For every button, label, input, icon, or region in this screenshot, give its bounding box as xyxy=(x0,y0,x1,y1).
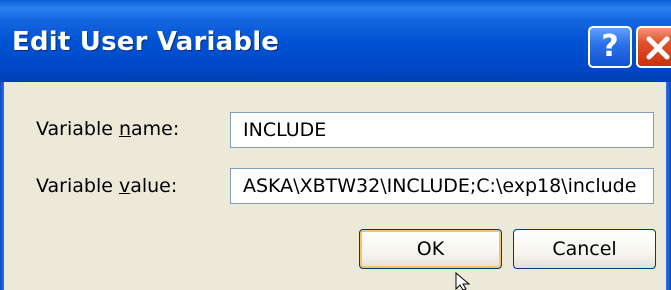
window-frame-right xyxy=(666,82,671,290)
help-button[interactable]: ? xyxy=(588,26,632,68)
edit-user-variable-dialog: Edit User Variable ? Variable name: INCL… xyxy=(0,0,671,290)
ok-button[interactable]: OK xyxy=(359,229,502,269)
variable-value-input[interactable]: ASKA\XBTW32\INCLUDE;C:\exp18\include xyxy=(230,168,654,204)
variable-value-label: Variable value: xyxy=(36,175,178,197)
mouse-pointer-icon xyxy=(455,272,471,290)
dialog-title: Edit User Variable xyxy=(12,27,280,57)
title-bar[interactable]: Edit User Variable ? xyxy=(0,0,671,83)
accelerator-v: v xyxy=(118,175,131,197)
variable-name-input[interactable]: INCLUDE xyxy=(230,112,654,148)
window-frame-left xyxy=(0,82,4,290)
help-icon: ? xyxy=(601,29,619,64)
close-icon xyxy=(646,36,670,60)
cancel-button[interactable]: Cancel xyxy=(513,229,656,269)
close-button[interactable] xyxy=(636,26,671,68)
accelerator-n: n xyxy=(118,118,132,140)
variable-name-label: Variable name: xyxy=(36,118,180,140)
